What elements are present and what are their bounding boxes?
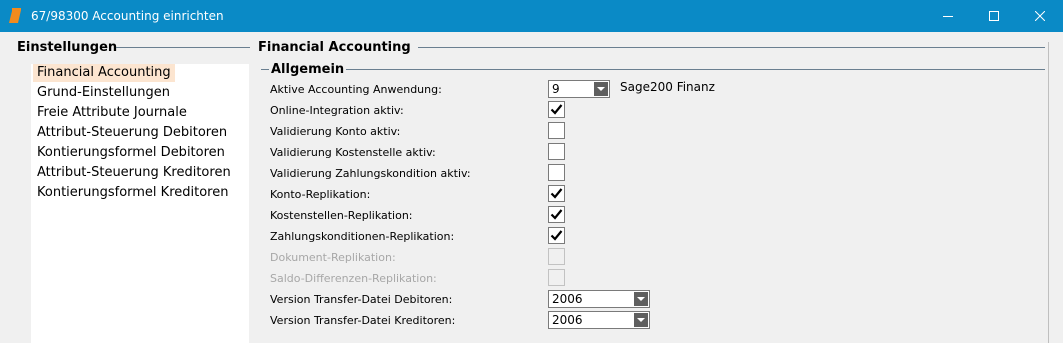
zahlungskonditionen-replikation-checkbox[interactable]	[548, 227, 565, 244]
chevron-down-icon[interactable]	[634, 292, 648, 306]
window-client: Einstellungen Financial Accounting Grund…	[0, 32, 1063, 343]
konto-replikation-checkbox[interactable]	[548, 185, 565, 202]
dokument-replikation-label: Dokument-Replikation:	[270, 251, 396, 264]
validierung-kostenstelle-label: Validierung Kostenstelle aktiv:	[270, 146, 436, 159]
title-bar: 67/98300 Accounting einrichten	[0, 0, 1063, 32]
window-title: 67/98300 Accounting einrichten	[31, 9, 224, 23]
maximize-icon	[989, 11, 999, 21]
saldo-replikation-checkbox	[548, 269, 565, 286]
minimize-icon	[943, 16, 953, 17]
nav-item-attribut-steuerung-debitoren[interactable]: Attribut-Steuerung Debitoren	[33, 124, 231, 142]
group-divider-left	[261, 69, 269, 70]
version-kreditoren-select[interactable]: 2006	[548, 311, 650, 329]
minimize-button[interactable]	[925, 0, 971, 32]
konto-replikation-label: Konto-Replikation:	[270, 188, 371, 201]
accounting-app-label: Aktive Accounting Anwendung:	[270, 83, 442, 96]
kostenstellen-replikation-checkbox[interactable]	[548, 206, 565, 223]
checkmark-icon	[550, 209, 563, 220]
zahlungskonditionen-replikation-label: Zahlungskonditionen-Replikation:	[270, 230, 455, 243]
checkmark-icon	[550, 230, 563, 241]
validierung-konto-label: Validierung Konto aktiv:	[270, 125, 401, 138]
checkmark-icon	[550, 104, 563, 115]
close-icon	[1035, 11, 1045, 21]
page-title: Financial Accounting	[258, 40, 411, 55]
settings-header-divider	[116, 47, 250, 48]
version-kreditoren-label: Version Transfer-Datei Kreditoren:	[270, 314, 456, 327]
online-integration-checkbox[interactable]	[548, 101, 565, 118]
validierung-kostenstelle-checkbox[interactable]	[548, 143, 565, 160]
app-logo-icon	[9, 8, 21, 23]
nav-item-grund-einstellungen[interactable]: Grund-Einstellungen	[33, 84, 174, 102]
accounting-app-info: Sage200 Finanz	[620, 80, 715, 94]
chevron-down-icon[interactable]	[634, 313, 648, 327]
version-debitoren-label: Version Transfer-Datei Debitoren:	[270, 293, 453, 306]
online-integration-label: Online-Integration aktiv:	[270, 104, 404, 117]
panel-edge	[1048, 42, 1049, 343]
checkmark-icon	[550, 188, 563, 199]
close-button[interactable]	[1017, 0, 1063, 32]
page-title-divider	[418, 47, 1045, 48]
nav-item-kontierungsformel-kreditoren[interactable]: Kontierungsformel Kreditoren	[33, 184, 232, 202]
settings-nav-list: Financial Accounting Grund-Einstellungen…	[31, 64, 249, 343]
version-debitoren-select[interactable]: 2006	[548, 290, 650, 308]
kostenstellen-replikation-label: Kostenstellen-Replikation:	[270, 209, 413, 222]
validierung-zahlungskondition-label: Validierung Zahlungskondition aktiv:	[270, 167, 471, 180]
maximize-button[interactable]	[971, 0, 1017, 32]
validierung-konto-checkbox[interactable]	[548, 122, 565, 139]
nav-item-financial-accounting[interactable]: Financial Accounting	[33, 64, 175, 82]
chevron-down-icon[interactable]	[594, 82, 608, 96]
nav-item-kontierungsformel-debitoren[interactable]: Kontierungsformel Debitoren	[33, 144, 229, 162]
accounting-app-select[interactable]: 9	[548, 80, 610, 98]
group-title-allgemein: Allgemein	[271, 62, 345, 77]
version-kreditoren-value: 2006	[552, 313, 583, 327]
validierung-zahlungskondition-checkbox[interactable]	[548, 164, 565, 181]
nav-item-attribut-steuerung-kreditoren[interactable]: Attribut-Steuerung Kreditoren	[33, 164, 235, 182]
group-divider	[346, 69, 1045, 70]
nav-item-freie-attribute-journale[interactable]: Freie Attribute Journale	[33, 104, 191, 122]
settings-header: Einstellungen	[17, 40, 118, 55]
version-debitoren-value: 2006	[552, 292, 583, 306]
saldo-replikation-label: Saldo-Differenzen-Replikation:	[270, 272, 437, 285]
dokument-replikation-checkbox	[548, 248, 565, 265]
accounting-app-value: 9	[552, 82, 560, 96]
